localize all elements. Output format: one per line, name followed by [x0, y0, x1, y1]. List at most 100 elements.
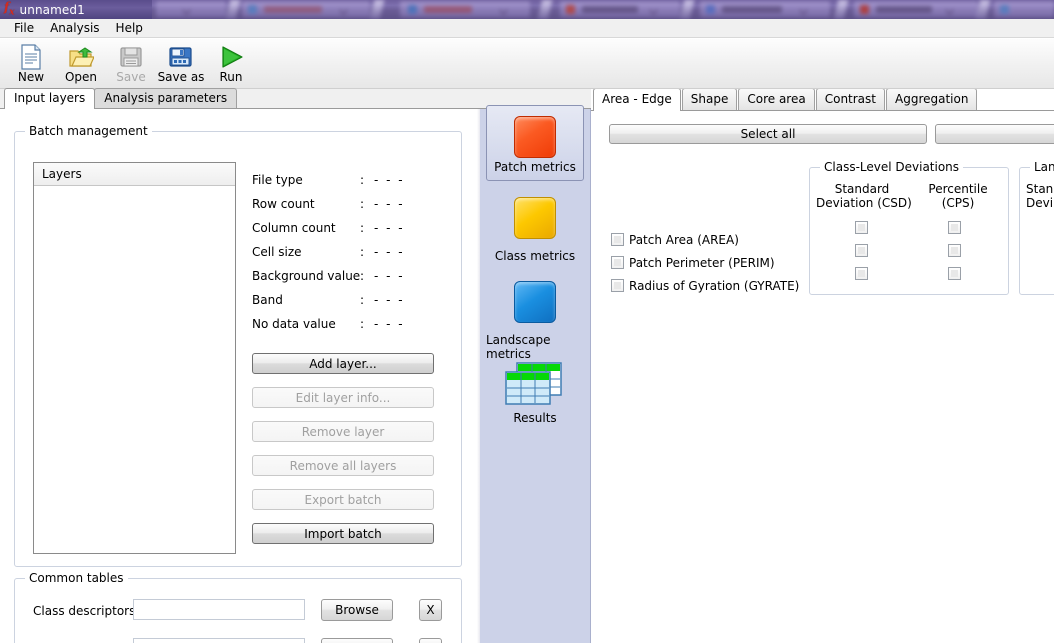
- tab-aggregation[interactable]: Aggregation: [886, 89, 978, 110]
- open-folder-icon: [68, 43, 94, 71]
- sidebar-item-patch-metrics[interactable]: Patch metrics: [486, 105, 584, 181]
- sidebar-item-landscape-metrics[interactable]: Landscape metrics: [486, 275, 584, 367]
- checkbox-perim-cps[interactable]: [948, 244, 961, 258]
- landscape-level-deviations-group: Lands Stan Devi: [1019, 160, 1054, 295]
- info-row-no-data-value: No data value : - - -: [252, 317, 442, 331]
- select-all-button[interactable]: Select all: [609, 124, 927, 144]
- common-tables-title: Common tables: [25, 571, 128, 585]
- checkbox-perim-csd[interactable]: [855, 244, 868, 258]
- info-key-row-count: Row count: [252, 197, 315, 211]
- info-value-band: - - -: [374, 293, 405, 307]
- edge-depth-input[interactable]: [133, 638, 305, 643]
- edge-depth-clear-button[interactable]: X: [419, 638, 442, 643]
- info-value-background-value: - - -: [374, 269, 405, 283]
- class-descriptors-input[interactable]: [133, 599, 305, 620]
- window-title-text: unnamed1: [19, 2, 85, 17]
- info-colon-row-count: :: [360, 197, 365, 211]
- info-key-band: Band: [252, 293, 283, 307]
- class-descriptors-label: Class descriptors: [33, 604, 136, 618]
- column-header-lsd-line2: Devi: [1026, 196, 1054, 210]
- layers-list-header: Layers: [34, 163, 235, 186]
- add-layer-button[interactable]: Add layer...: [252, 353, 434, 374]
- menu-bar: File Analysis Help: [0, 19, 1054, 38]
- toolbar: New Open Save Save as Run: [0, 39, 1054, 89]
- toolbar-label-save-as: Save as: [157, 70, 205, 84]
- metric-row-patch-area: Patch Area (AREA): [611, 233, 739, 247]
- toolbar-label-open: Open: [64, 70, 98, 84]
- menu-analysis[interactable]: Analysis: [42, 19, 107, 37]
- layers-listbox[interactable]: Layers: [33, 162, 236, 554]
- toolbar-button-save-as[interactable]: Save as: [156, 42, 206, 89]
- menu-file[interactable]: File: [6, 19, 42, 37]
- sidebar-label-class-metrics: Class metrics: [494, 249, 576, 263]
- checkbox-gyrate-cps[interactable]: [948, 267, 961, 281]
- window-title-bar: fx unnamed1: [0, 0, 152, 19]
- class-descriptors-browse-button[interactable]: Browse: [321, 599, 393, 621]
- checkbox-patch-perimeter[interactable]: [611, 256, 624, 269]
- tab-shape[interactable]: Shape: [681, 89, 738, 110]
- toolbar-button-new[interactable]: New: [6, 42, 56, 89]
- tab-input-layers[interactable]: Input layers: [4, 88, 96, 109]
- sidebar-item-class-metrics[interactable]: Class metrics: [486, 191, 584, 269]
- menu-help[interactable]: Help: [108, 19, 151, 37]
- info-value-file-type: - - -: [374, 173, 405, 187]
- tab-core-area[interactable]: Core area: [738, 89, 815, 110]
- taskbar-blurred-items: [0, 0, 1054, 19]
- info-key-no-data-value: No data value: [252, 317, 336, 331]
- blue-square-icon: [514, 281, 556, 323]
- info-colon-band: :: [360, 293, 365, 307]
- column-header-csd-line2: Deviation (CSD): [816, 196, 912, 210]
- toolbar-label-new: New: [17, 70, 45, 84]
- tab-contrast[interactable]: Contrast: [815, 89, 885, 110]
- sidebar-label-patch-metrics: Patch metrics: [494, 160, 576, 174]
- red-square-icon: [514, 116, 556, 158]
- class-level-deviations-group: Class-Level Deviations Standard Deviatio…: [809, 160, 1009, 295]
- common-tables-group: Common tables Class descriptors Browse X…: [14, 571, 462, 643]
- column-header-cps: Percentile (CPS): [914, 182, 1002, 210]
- checkbox-area-cps[interactable]: [948, 221, 961, 235]
- input-layers-panel: Batch management Layers File type : - - …: [0, 109, 478, 643]
- toolbar-button-run[interactable]: Run: [206, 42, 256, 89]
- info-value-no-data-value: - - -: [374, 317, 405, 331]
- checkbox-radius-of-gyration[interactable]: [611, 279, 624, 292]
- info-key-background-value: Background value: [252, 269, 361, 283]
- sidebar-label-results: Results: [513, 411, 557, 425]
- new-document-icon: [19, 43, 43, 71]
- remove-all-layers-button: Remove all layers: [252, 455, 434, 476]
- column-header-lsd-line1: Stan: [1026, 182, 1054, 196]
- info-row-row-count: Row count : - - -: [252, 197, 442, 211]
- metric-sidebar: Patch metrics Class metrics Landscape me…: [480, 105, 591, 643]
- edit-layer-info-button: Edit layer info...: [252, 387, 434, 408]
- select-none-button[interactable]: [935, 124, 1054, 144]
- column-header-csd: Standard Deviation (CSD): [816, 182, 912, 210]
- class-level-deviations-title: Class-Level Deviations: [820, 160, 964, 174]
- info-colon-column-count: :: [360, 221, 365, 235]
- info-row-cell-size: Cell size : - - -: [252, 245, 442, 259]
- info-row-file-type: File type : - - -: [252, 173, 442, 187]
- sidebar-item-results[interactable]: Results: [486, 355, 584, 431]
- column-header-lsd: Stan Devi: [1026, 182, 1054, 210]
- play-triangle-icon: [218, 43, 244, 71]
- import-batch-button[interactable]: Import batch: [252, 523, 434, 544]
- tab-area-edge[interactable]: Area - Edge: [593, 89, 681, 111]
- edge-depth-browse-button[interactable]: Browse: [321, 638, 393, 643]
- metric-row-patch-perimeter: Patch Perimeter (PERIM): [611, 256, 775, 270]
- info-colon-cell-size: :: [360, 245, 365, 259]
- class-descriptors-clear-button[interactable]: X: [419, 599, 442, 621]
- checkbox-gyrate-csd[interactable]: [855, 267, 868, 281]
- checkbox-patch-area[interactable]: [611, 233, 624, 246]
- toolbar-button-save: Save: [106, 42, 156, 89]
- metric-label-radius-of-gyration: Radius of Gyration (GYRATE): [629, 279, 800, 293]
- info-value-cell-size: - - -: [374, 245, 405, 259]
- batch-management-title: Batch management: [25, 124, 152, 138]
- metrics-tab-strip: Area - Edge Shape Core area Contrast Agg…: [591, 89, 1054, 111]
- tab-analysis-parameters[interactable]: Analysis parameters: [94, 88, 238, 108]
- fragstats-app-icon: fx: [4, 0, 15, 18]
- toolbar-button-open[interactable]: Open: [56, 42, 106, 89]
- info-colon-no-data-value: :: [360, 317, 365, 331]
- yellow-square-icon: [514, 197, 556, 239]
- landscape-level-deviations-title: Lands: [1030, 160, 1054, 174]
- info-colon-file-type: :: [360, 173, 365, 187]
- checkbox-area-csd[interactable]: [855, 221, 868, 235]
- column-header-cps-line2: (CPS): [941, 196, 975, 210]
